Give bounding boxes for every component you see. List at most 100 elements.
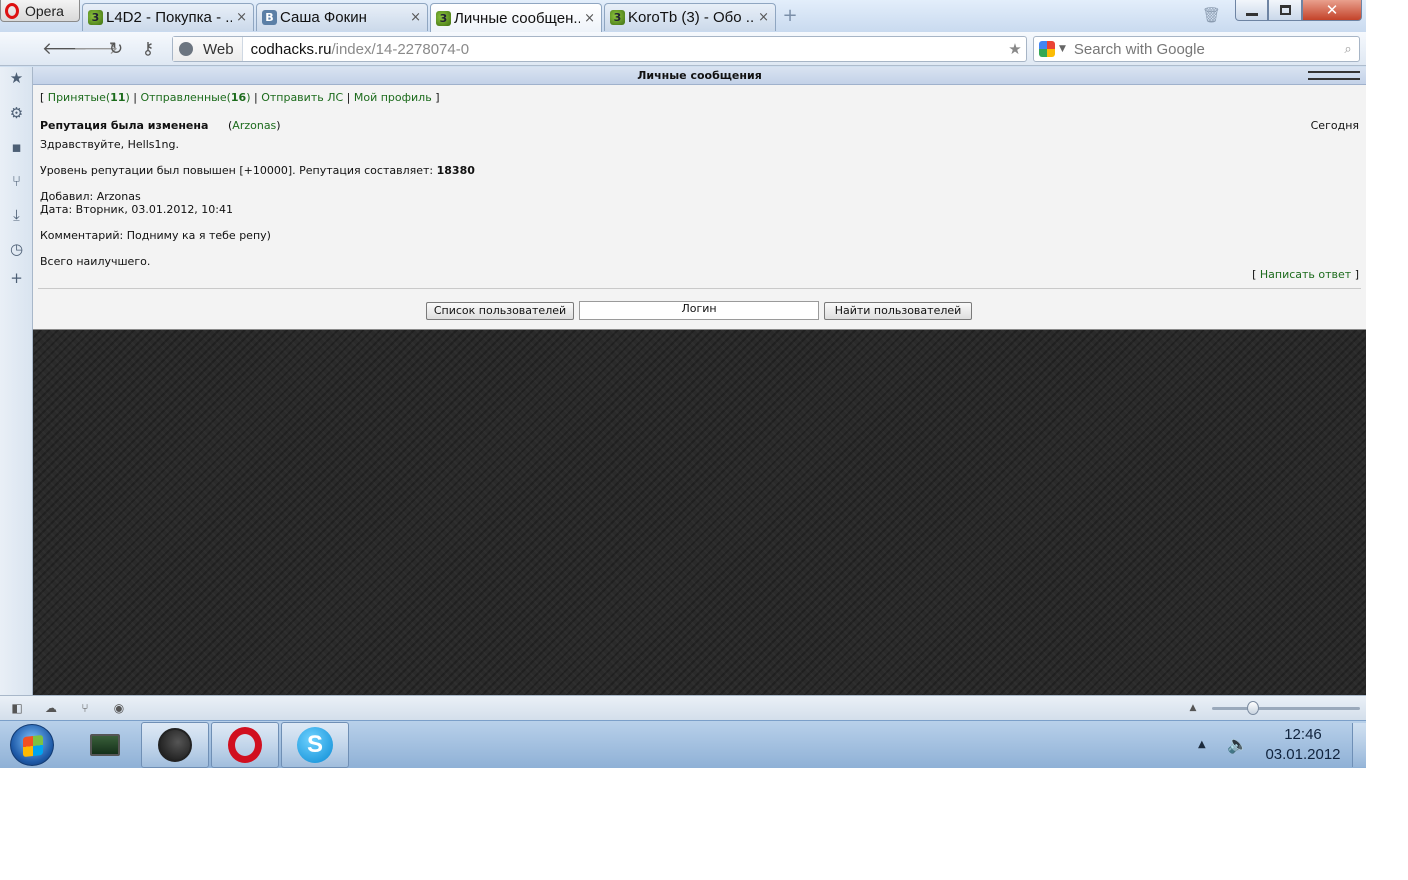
- tab-korotb[interactable]: 3 KoroTb (3) - Обо ... ×: [604, 3, 776, 31]
- message-date: Дата: Вторник, 03.01.2012, 10:41: [40, 203, 234, 216]
- tab-close-icon[interactable]: ×: [758, 10, 769, 25]
- inbox-link[interactable]: Принятые(11): [48, 91, 130, 104]
- url-text[interactable]: codhacks.ru/index/14-2278074-0: [243, 41, 1004, 58]
- tab-title: Саша Фокин: [280, 9, 367, 26]
- reply-link[interactable]: Написать ответ: [1260, 268, 1351, 281]
- url-path: /index/14-2278074-0: [331, 40, 470, 58]
- opera-logo-icon: [5, 2, 19, 19]
- skype-icon: S: [297, 727, 333, 763]
- maximize-button[interactable]: [1268, 0, 1302, 21]
- trash-icon[interactable]: 🗑: [1202, 6, 1221, 24]
- address-bar[interactable]: Web codhacks.ru/index/14-2278074-0 ★: [172, 36, 1027, 62]
- tab-l4d2[interactable]: 3 L4D2 - Покупка - ... ×: [82, 3, 254, 31]
- browser-status-bar: ◧ ☁ ⑂ ◉ ▲: [0, 695, 1366, 720]
- separator: |: [129, 91, 141, 104]
- back-icon[interactable]: 🡐: [42, 38, 88, 60]
- gear-icon[interactable]: ⚙: [8, 105, 25, 122]
- forward-icon[interactable]: 🡒: [73, 38, 119, 60]
- taskbar-steam-app[interactable]: [141, 722, 209, 768]
- bracket: ]: [431, 91, 440, 104]
- show-desktop-button[interactable]: [1352, 723, 1366, 767]
- search-box[interactable]: ▼ Search with Google ⌕: [1033, 36, 1360, 62]
- history-icon[interactable]: ◷: [8, 241, 25, 258]
- reload-icon[interactable]: ↻: [105, 38, 127, 60]
- unite-icon[interactable]: ⑂: [8, 173, 25, 190]
- new-tab-button[interactable]: +: [780, 7, 800, 27]
- zoom-slider-handle[interactable]: [1247, 701, 1259, 715]
- message-greeting: Здравствуйте, Hells1ng.: [40, 138, 179, 151]
- tab-close-icon[interactable]: ×: [410, 10, 421, 25]
- turbo-icon[interactable]: ◉: [111, 701, 127, 715]
- tab-private-messages[interactable]: 3 Личные сообщен... ×: [430, 3, 602, 32]
- clock-time: 12:46: [1284, 726, 1322, 743]
- find-users-button[interactable]: Найти пользователей: [824, 302, 972, 320]
- volume-icon[interactable]: 🔈: [1227, 735, 1248, 755]
- bracket: [: [40, 91, 48, 104]
- message-author: (Arzonas): [228, 119, 281, 132]
- panel-toggle-icon[interactable]: ◧: [9, 701, 25, 715]
- tab-close-icon[interactable]: ×: [584, 11, 595, 26]
- start-button[interactable]: [10, 724, 54, 766]
- separator: |: [343, 91, 354, 104]
- message-closing: Всего наилучшего.: [40, 255, 151, 268]
- sent-link[interactable]: Отправленные(16): [140, 91, 250, 104]
- browser-tab-bar: Opera 3 L4D2 - Покупка - ... × B Саша Фо…: [0, 0, 1366, 32]
- codhacks-icon: 3: [436, 10, 451, 26]
- message-title: Репутация была изменена: [40, 119, 209, 132]
- divider: [38, 288, 1361, 289]
- tray-expand-icon[interactable]: ▲: [1198, 739, 1206, 750]
- taskbar-monitor-app[interactable]: [71, 722, 139, 768]
- inbox-label: Принятые: [47, 91, 106, 104]
- google-icon[interactable]: [1039, 41, 1055, 57]
- reputation-text: Уровень репутации был повышен [+10000]. …: [40, 164, 437, 177]
- browser-toolbar: 🡐 🡒 ↻ ⚷ Web codhacks.ru/index/14-2278074…: [0, 32, 1366, 66]
- opera-menu-button[interactable]: Opera: [0, 0, 80, 22]
- search-icon[interactable]: ⌕: [1337, 42, 1359, 57]
- collapse-icon[interactable]: [1308, 71, 1360, 80]
- message-comment: Комментарий: Подниму ка я тебе репу): [40, 229, 271, 242]
- taskbar-opera-app[interactable]: [211, 722, 279, 768]
- message-date-header: Сегодня: [1310, 119, 1359, 132]
- tab-title: KoroTb (3) - Обо ...: [628, 9, 755, 26]
- site-info-badge[interactable]: Web: [173, 37, 243, 61]
- panel-title: Личные сообщения: [637, 69, 762, 82]
- tab-vk[interactable]: B Саша Фокин ×: [256, 3, 428, 31]
- opera-menu-label: Opera: [25, 2, 64, 19]
- message-reputation: Уровень репутации был повышен [+10000]. …: [40, 164, 475, 177]
- tab-close-icon[interactable]: ×: [236, 10, 247, 25]
- chevron-down-icon[interactable]: ▼: [1059, 44, 1066, 54]
- cloud-icon[interactable]: ☁: [43, 701, 59, 715]
- windows-logo-icon: [23, 734, 43, 758]
- zoom-slider-track[interactable]: [1212, 707, 1360, 710]
- taskbar-skype-app[interactable]: S: [281, 722, 349, 768]
- minimize-button[interactable]: [1235, 0, 1268, 21]
- sent-count: 16: [230, 91, 247, 104]
- windows-taskbar: S ▲ 🔈 12:46 03.01.2012: [0, 720, 1366, 768]
- steam-icon: [158, 728, 192, 762]
- add-panel-icon[interactable]: +: [8, 270, 25, 287]
- side-panel: ★ ⚙ ▪ ⑂ ⤓ ◷ +: [0, 67, 33, 695]
- url-domain: codhacks.ru: [250, 40, 332, 58]
- users-list-button[interactable]: Список пользователей: [426, 302, 574, 320]
- codhacks-icon: 3: [88, 10, 103, 25]
- send-message-link[interactable]: Отправить ЛС: [261, 91, 343, 104]
- desktop-screen: Opera 3 L4D2 - Покупка - ... × B Саша Фо…: [0, 0, 1366, 768]
- close-window-button[interactable]: ✕: [1302, 0, 1362, 21]
- search-placeholder[interactable]: Search with Google: [1074, 41, 1337, 58]
- key-icon[interactable]: ⚷: [137, 38, 159, 60]
- downloads-icon[interactable]: ⤓: [8, 207, 25, 224]
- message-added-by: Добавил: Arzonas: [40, 190, 141, 203]
- view-options-icon[interactable]: ▲: [1185, 703, 1201, 717]
- notes-icon[interactable]: ▪: [8, 139, 25, 156]
- login-search-input[interactable]: Логин: [579, 301, 819, 320]
- bookmark-star-icon[interactable]: ★: [1004, 40, 1026, 58]
- maximize-icon: [1279, 5, 1291, 15]
- bookmarks-icon[interactable]: ★: [8, 70, 25, 87]
- my-profile-link[interactable]: Мой профиль: [354, 91, 432, 104]
- close-icon: ✕: [1325, 1, 1339, 19]
- author-link[interactable]: Arzonas: [232, 119, 276, 132]
- tab-title: Личные сообщен...: [454, 9, 581, 27]
- unite-status-icon[interactable]: ⑂: [77, 701, 93, 715]
- system-clock[interactable]: 12:46 03.01.2012: [1262, 725, 1344, 765]
- site-scheme-label: Web: [203, 40, 234, 58]
